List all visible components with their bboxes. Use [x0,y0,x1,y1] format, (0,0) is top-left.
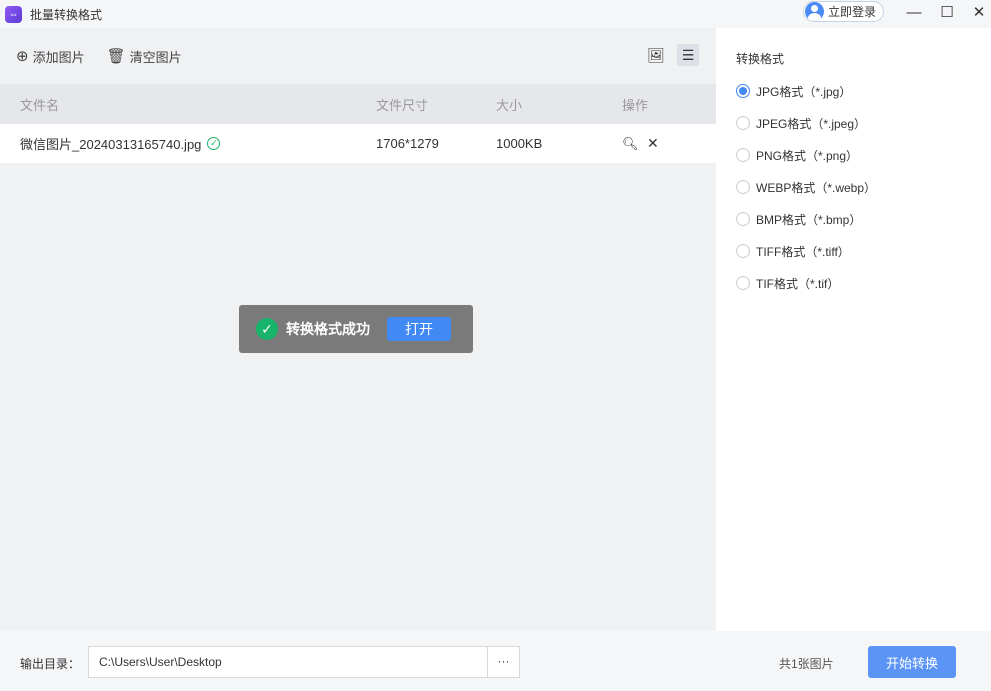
radio-button[interactable] [736,180,750,194]
header-dimensions: 文件尺寸 [376,97,429,113]
window-title: 批量转换格式 [30,7,103,22]
radio-button[interactable] [736,212,750,226]
format-option-label: BMP格式（*.bmp） [756,212,862,227]
format-option[interactable]: BMP格式（*.bmp） [736,203,991,235]
plus-circle-icon: ⊕ [16,48,29,65]
maximize-button[interactable]: ☐ [939,4,955,21]
format-panel: 转换格式 JPG格式（*.jpg） JPEG格式（*.jpeg） PNG格式（*.p… [716,28,991,631]
format-option[interactable]: JPG格式（*.jpg） [736,75,991,107]
success-toast: ✓ 转换格式成功 打开 [239,305,473,353]
open-button[interactable]: 打开 [387,317,451,341]
preview-icon[interactable]: 🔍︎ [622,124,639,163]
footer: 输出目录： C:\Users\User\Desktop ··· 共1张图片 开始… [0,631,991,691]
output-dir-label: 输出目录： [20,657,81,671]
format-option-label: TIF格式（*.tif） [756,276,840,291]
format-option-label: JPEG格式（*.jpeg） [756,116,867,131]
file-name: 微信图片_20240313165740.jpg [20,137,202,152]
thumbnail-view-icon[interactable]: 🖼 [645,44,667,66]
header-size: 大小 [496,97,523,113]
format-option[interactable]: TIFF格式（*.tiff） [736,235,991,267]
image-count: 共1张图片 [779,657,834,671]
format-option[interactable]: JPEG格式（*.jpeg） [736,107,991,139]
radio-button[interactable] [736,116,750,130]
close-button[interactable]: ✕ [971,4,987,21]
format-option[interactable]: TIF格式（*.tif） [736,267,991,299]
radio-button[interactable] [736,276,750,290]
browse-button[interactable]: ··· [487,646,520,678]
start-convert-button[interactable]: 开始转换 [868,646,956,678]
radio-button[interactable] [736,148,750,162]
file-dimensions: 1706*1279 [376,136,439,151]
format-option-label: WEBP格式（*.webp） [756,180,877,195]
add-images-label: 添加图片 [32,49,85,65]
format-option[interactable]: WEBP格式（*.webp） [736,171,991,203]
app-logo-icon: ⇔ [5,5,22,23]
format-title: 转换格式 [736,52,785,66]
radio-button[interactable] [736,84,750,98]
success-check-icon: ✓ [207,137,221,150]
table-header: 文件名 文件尺寸 大小 操作 [0,84,716,124]
file-size: 1000KB [496,136,543,151]
format-option-label: PNG格式（*.png） [756,148,859,163]
header-filename: 文件名 [20,97,60,113]
toolbar: ⊕ 添加图片 🗑 清空图片 🖼 ☰ [0,28,716,84]
minimize-button[interactable]: — [906,4,922,21]
format-option-label: JPG格式（*.jpg） [756,84,852,99]
avatar-icon [805,2,824,21]
format-option[interactable]: PNG格式（*.png） [736,139,991,171]
success-icon: ✓ [256,318,278,340]
remove-icon[interactable]: ✕ [647,124,659,163]
login-label: 立即登录 [828,5,877,19]
file-name-cell: 微信图片_20240313165740.jpg ✓ [20,124,221,163]
clear-images-button[interactable]: 🗑 清空图片 [107,47,182,66]
format-option-label: TIFF格式（*.tiff） [756,244,850,259]
list-view-icon[interactable]: ☰ [677,44,699,66]
clear-images-label: 清空图片 [129,49,182,65]
login-button[interactable]: 立即登录 [803,1,884,22]
trash-icon: 🗑 [106,48,126,65]
title-bar: ⇔ 批量转换格式 立即登录 — ☐ ✕ [0,0,991,28]
add-images-button[interactable]: ⊕ 添加图片 [16,47,85,66]
radio-button[interactable] [736,244,750,258]
toast-message: 转换格式成功 [286,321,370,337]
table-row: 微信图片_20240313165740.jpg ✓ 1706*1279 1000K… [0,124,716,163]
output-path-input[interactable]: C:\Users\User\Desktop [88,646,488,678]
header-actions: 操作 [622,97,649,113]
format-options: JPG格式（*.jpg） JPEG格式（*.jpeg） PNG格式（*.png） WE… [716,75,991,299]
